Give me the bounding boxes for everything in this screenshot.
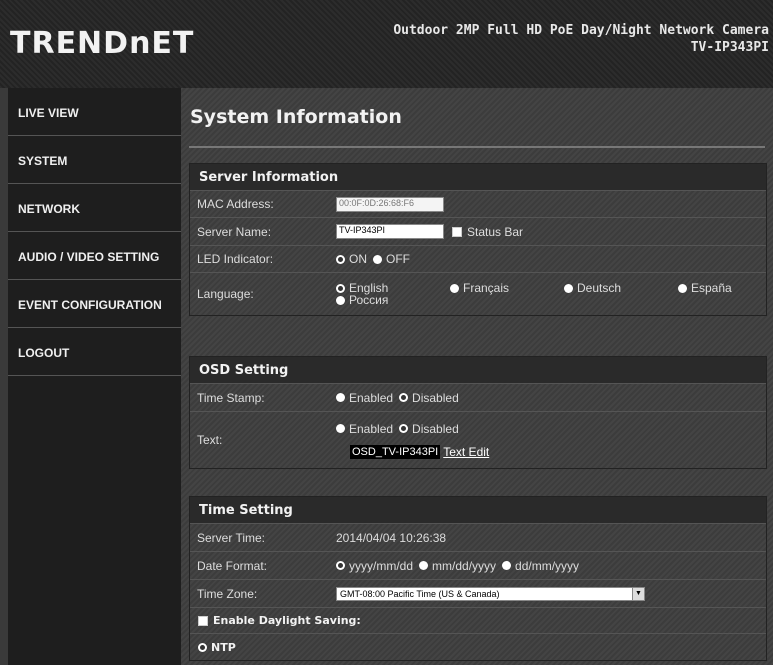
radio-unselected-icon	[373, 254, 382, 264]
osd-text-label: Text:	[197, 433, 223, 447]
sidebar-item-logout[interactable]: LOGOUT	[8, 328, 181, 376]
section-heading: Time Setting	[190, 497, 766, 524]
osd-text-enabled-radio[interactable]: Enabled	[336, 422, 393, 436]
date-format-dd-mm-yyyy-radio[interactable]: dd/mm/yyyy	[502, 559, 579, 573]
chevron-down-icon: ▼	[632, 587, 644, 600]
radio-selected-icon	[336, 254, 345, 264]
led-indicator-label: LED Indicator:	[197, 252, 274, 266]
server-time-label: Server Time:	[197, 530, 266, 545]
section-heading: OSD Setting	[190, 357, 766, 384]
title-divider	[189, 146, 765, 148]
time-zone-row: Time Zone: GMT-08:00 Pacific Time (US & …	[190, 580, 766, 608]
language-russia-radio[interactable]: Россия	[336, 294, 760, 306]
camera-model-title: Outdoor 2MP Full HD PoE Day/Night Networ…	[393, 22, 769, 56]
language-label: Language:	[197, 287, 254, 301]
osd-text-disabled-radio[interactable]: Disabled	[399, 422, 459, 436]
section-heading: Server Information	[190, 164, 766, 191]
time-stamp-row: Time Stamp: Enabled Disabled	[190, 384, 766, 412]
server-time-value: 2014/04/04 10:26:38	[336, 530, 447, 545]
status-bar-label: Status Bar	[467, 224, 524, 239]
time-setting-section: Time Setting Server Time: 2014/04/04 10:…	[189, 496, 767, 661]
sidebar-item-event-configuration[interactable]: EVENT CONFIGURATION	[8, 280, 181, 328]
language-row: Language: English Français Deutsch Españ…	[190, 273, 766, 315]
ntp-radio[interactable]: NTP	[198, 641, 236, 654]
trendnet-logo: TRENDnET	[10, 26, 195, 61]
mac-address-field: 00:0F:0D:26:68:F6	[336, 196, 444, 212]
language-francais-radio[interactable]: Français	[450, 282, 558, 294]
date-format-label: Date Format:	[197, 558, 268, 573]
text-edit-link[interactable]: Text Edit	[443, 445, 489, 459]
language-deutsch-radio[interactable]: Deutsch	[564, 282, 672, 294]
server-name-row: Server Name: TV-IP343PI Status Bar	[190, 218, 766, 246]
sidebar-item-live-view[interactable]: LIVE VIEW	[8, 88, 181, 136]
main-content: System Information Server Information MA…	[181, 88, 773, 665]
time-zone-label: Time Zone:	[197, 586, 258, 601]
date-format-row: Date Format: yyyy/mm/dd mm/dd/yyyy dd/mm…	[190, 552, 766, 580]
date-format-mm-dd-yyyy-radio[interactable]: mm/dd/yyyy	[419, 559, 496, 573]
server-time-row: Server Time: 2014/04/04 10:26:38	[190, 524, 766, 552]
daylight-saving-label: Enable Daylight Saving:	[213, 614, 361, 627]
model-number: TV-IP343PI	[690, 40, 769, 55]
sidebar-nav: LIVE VIEW SYSTEM NETWORK AUDIO / VIDEO S…	[8, 88, 181, 665]
page-title: System Information	[190, 106, 402, 128]
sidebar-item-audio-video-setting[interactable]: AUDIO / VIDEO SETTING	[8, 232, 181, 280]
model-description: Outdoor 2MP Full HD PoE Day/Night Networ…	[393, 23, 769, 38]
osd-text-row: Text: Enabled Disabled OSD_TV-IP343PI Te…	[190, 412, 766, 468]
server-information-section: Server Information MAC Address: 00:0F:0D…	[189, 163, 767, 316]
language-espana-radio[interactable]: España	[678, 282, 732, 294]
sidebar-item-network[interactable]: NETWORK	[8, 184, 181, 232]
mac-address-row: MAC Address: 00:0F:0D:26:68:F6	[190, 191, 766, 218]
osd-text-preview: OSD_TV-IP343PI	[350, 444, 441, 459]
server-name-input[interactable]: TV-IP343PI	[336, 224, 444, 239]
led-indicator-row: LED Indicator: ON OFF	[190, 246, 766, 273]
ntp-row: NTP	[190, 634, 766, 660]
status-bar-checkbox[interactable]	[452, 226, 462, 237]
led-on-radio[interactable]: ON	[336, 252, 367, 266]
header-bar: TRENDnET Outdoor 2MP Full HD PoE Day/Nig…	[0, 0, 773, 88]
sidebar-item-system[interactable]: SYSTEM	[8, 136, 181, 184]
mac-address-label: MAC Address:	[197, 197, 274, 211]
time-zone-select[interactable]: GMT-08:00 Pacific Time (US & Canada) ▼	[336, 586, 645, 601]
daylight-saving-row: Enable Daylight Saving:	[190, 608, 766, 634]
server-name-label: Server Name:	[197, 224, 272, 239]
time-stamp-enabled-radio[interactable]: Enabled	[336, 391, 393, 405]
date-format-yyyy-mm-dd-radio[interactable]: yyyy/mm/dd	[336, 559, 413, 573]
osd-setting-section: OSD Setting Time Stamp: Enabled Disabled…	[189, 356, 767, 469]
time-stamp-disabled-radio[interactable]: Disabled	[399, 391, 459, 405]
led-off-radio[interactable]: OFF	[373, 252, 410, 266]
time-stamp-label: Time Stamp:	[197, 390, 265, 405]
daylight-saving-checkbox[interactable]	[198, 615, 208, 626]
